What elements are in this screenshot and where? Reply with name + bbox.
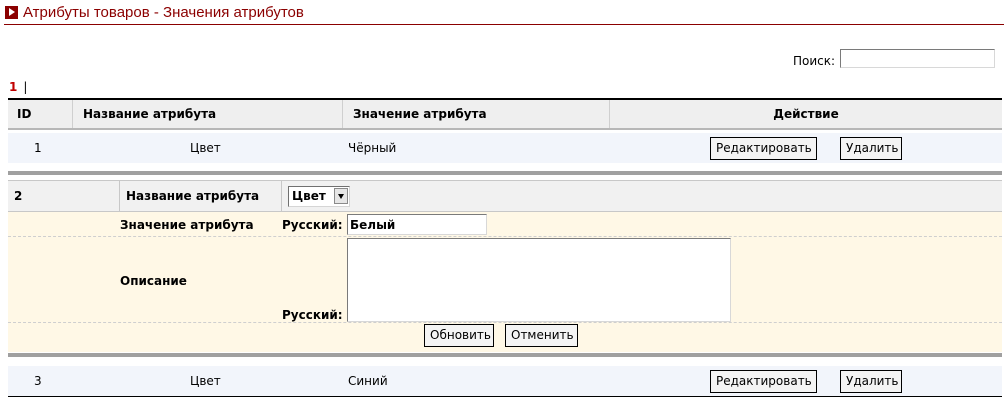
column-header-name: Название атрибута — [72, 100, 342, 128]
search-input[interactable] — [840, 49, 995, 68]
description-language-label: Русский: — [282, 308, 343, 322]
edit-button[interactable]: Редактировать — [710, 370, 817, 393]
pager: 1 | — [9, 80, 27, 94]
row-attribute-value: Синий — [348, 374, 388, 388]
attribute-select[interactable]: Цвет — [288, 186, 350, 207]
attribute-value-label: Значение атрибута — [120, 218, 254, 232]
row-separator — [8, 353, 1002, 357]
grid-header: ID Название атрибута Значение атрибута Д… — [8, 98, 1002, 130]
edit-form: 2 Название атрибута Цвет Значение атрибу… — [8, 180, 1002, 352]
pager-separator: | — [23, 80, 28, 94]
search-label: Поиск: — [793, 54, 836, 68]
column-header-value: Значение атрибута — [342, 100, 609, 128]
page-title: Атрибуты товаров - Значения атрибутов — [23, 4, 304, 21]
row-attribute-value: Чёрный — [348, 141, 397, 155]
edit-form-header: 2 Название атрибута Цвет — [8, 180, 1002, 212]
pager-current-page[interactable]: 1 — [9, 80, 17, 94]
attribute-select-value: Цвет — [292, 189, 326, 203]
row-separator — [8, 171, 1002, 175]
column-header-action: Действие — [609, 100, 1002, 128]
row-attribute-name: Цвет — [190, 141, 221, 155]
row-id: 1 — [34, 141, 42, 155]
update-button[interactable]: Обновить — [424, 324, 494, 347]
dashed-divider — [8, 236, 1002, 237]
page-title-bar: Атрибуты товаров - Значения атрибутов — [4, 4, 1004, 25]
delete-button[interactable]: Удалить — [840, 370, 902, 393]
attribute-value-input[interactable] — [347, 214, 487, 235]
chevron-down-icon[interactable] — [334, 188, 348, 204]
attribute-name-label: Название атрибута — [126, 189, 260, 203]
dashed-divider — [8, 322, 1002, 323]
column-header-id: ID — [17, 107, 32, 121]
cancel-button[interactable]: Отменить — [505, 324, 578, 347]
table-bottom-border — [8, 396, 1002, 397]
play-arrow-icon — [5, 6, 18, 19]
table-row: 1 Цвет Чёрный Редактировать Удалить — [8, 133, 1002, 163]
row-id: 3 — [34, 374, 42, 388]
value-language-label: Русский: — [282, 218, 343, 232]
table-row: 3 Цвет Синий Редактировать Удалить — [8, 366, 1002, 396]
edit-button[interactable]: Редактировать — [710, 137, 817, 160]
description-label: Описание — [120, 274, 187, 288]
delete-button[interactable]: Удалить — [840, 137, 902, 160]
description-textarea[interactable] — [347, 238, 731, 322]
edit-row-id: 2 — [14, 189, 23, 203]
edit-form-body: Значение атрибута Русский: Описание Русс… — [8, 212, 1002, 352]
row-attribute-name: Цвет — [190, 374, 221, 388]
